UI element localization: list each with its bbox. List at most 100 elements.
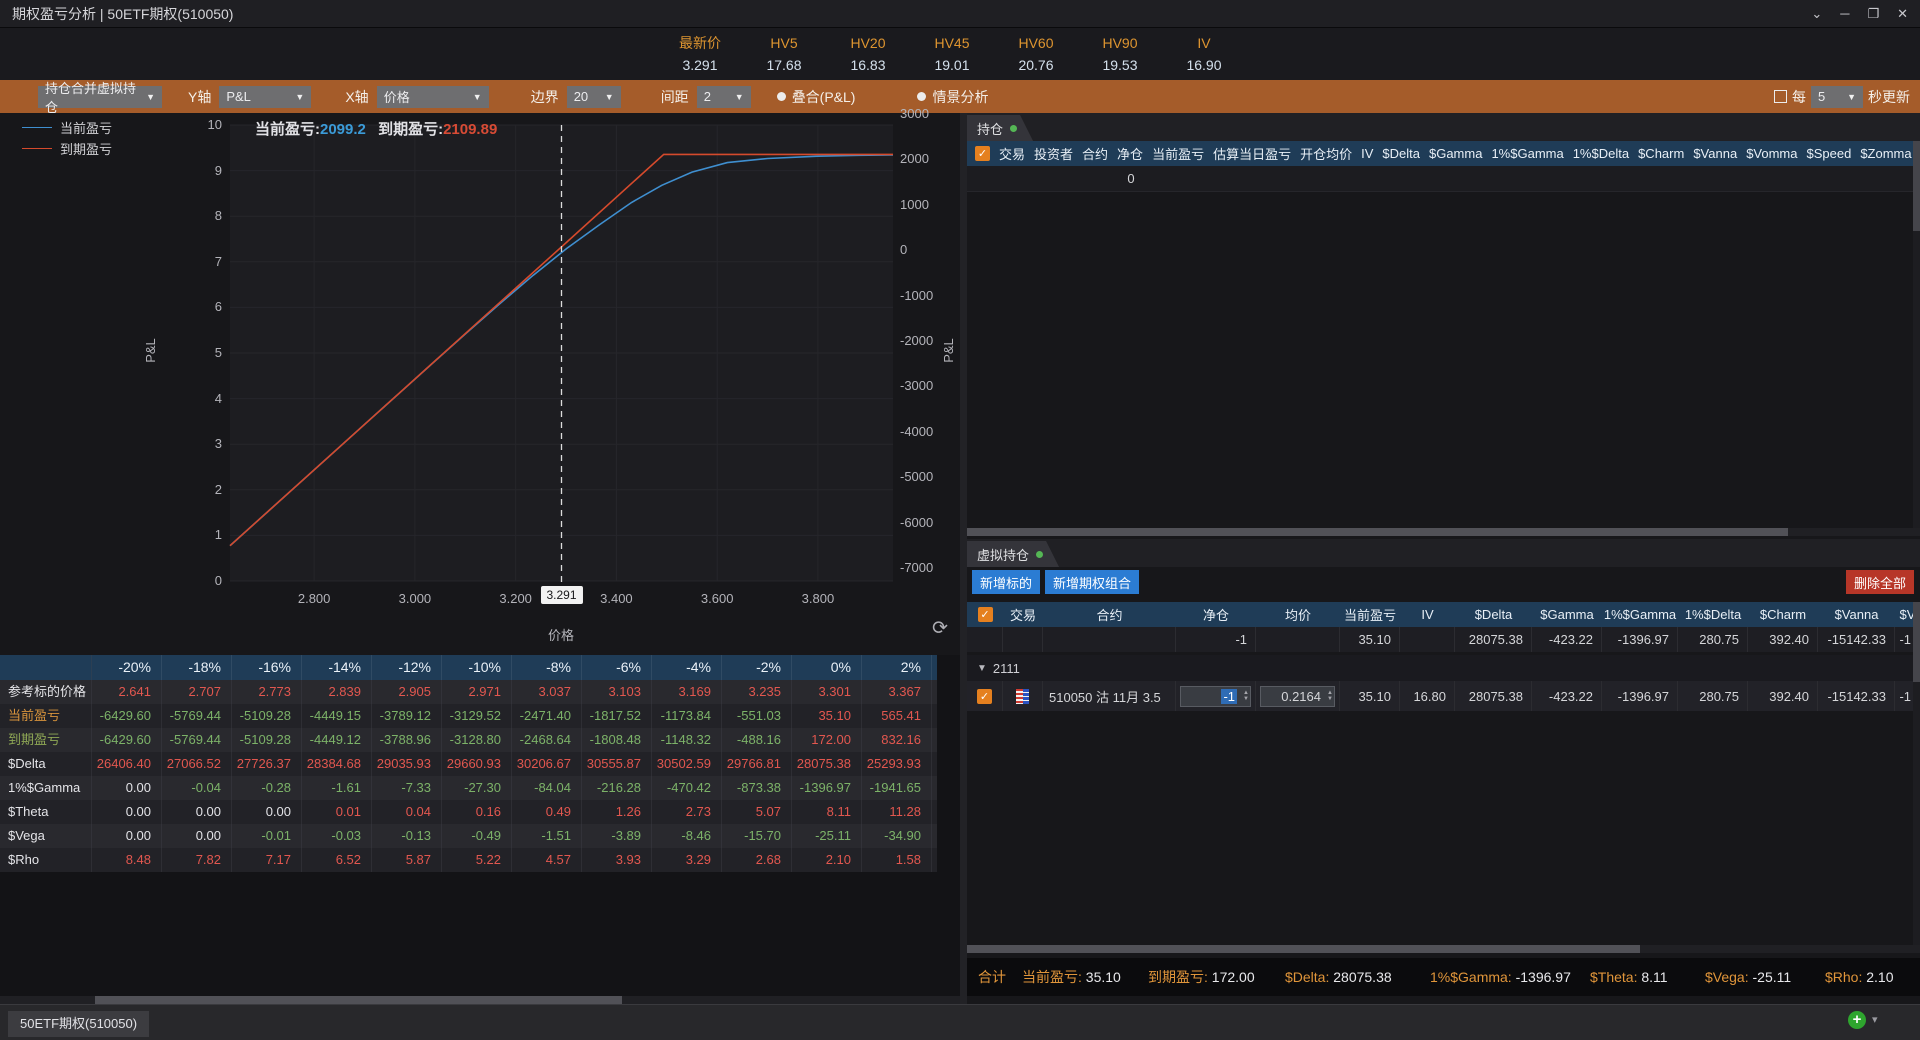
tab-virtual-positions[interactable]: 虚拟持仓 [967, 541, 1059, 567]
table-cell: 0.04 [372, 800, 442, 824]
option-cell: -15142.33 [1818, 681, 1895, 711]
row-label: 参考标的价格 [0, 680, 92, 704]
table-cell: -1817.52 [582, 704, 652, 728]
y-axis-right-tick: -3000 [900, 378, 934, 394]
table-cell: -3128.80 [442, 728, 512, 752]
row-label: $Theta [0, 800, 92, 824]
table-cell: 0.01 [302, 800, 372, 824]
summary-cell: -15142.33 [1818, 627, 1895, 652]
boundary-select[interactable]: 20 ▼ [566, 85, 621, 108]
table-cell: -470.42 [652, 776, 722, 800]
table-cell: -3788.96 [372, 728, 442, 752]
table-cell: -0.49 [442, 824, 512, 848]
scrollbar-thumb[interactable] [967, 528, 1788, 536]
chevron-down-icon[interactable]: ▾ [1872, 1013, 1878, 1026]
table-cell: 2.68 [722, 848, 792, 872]
close-icon[interactable]: ✕ [1897, 6, 1908, 22]
stepper-arrows[interactable]: ▲ ▼ [1327, 687, 1333, 706]
y-axis-value: P&L [226, 89, 251, 104]
flag-icon [1016, 688, 1029, 704]
select-all-checkbox[interactable]: ✓ [975, 146, 990, 161]
horizontal-scrollbar[interactable] [967, 528, 1920, 536]
interval-select[interactable]: 2 ▼ [696, 85, 751, 108]
table-cell: 3.93 [582, 848, 652, 872]
virtual-option-row[interactable]: ✓ 510050 沽 11月 3.5 -1 ▲ ▼ 0.2164 ▲ ▼ 35.10 16.80 2… [967, 681, 1920, 711]
x-axis-tick: 3.000 [398, 591, 432, 606]
x-axis-tick: 3.400 [600, 591, 633, 606]
summary-cell [1003, 627, 1043, 652]
x-axis-tick: 2.800 [297, 591, 331, 606]
column-header: -14% [302, 655, 372, 680]
total-item-label: 当前盈亏: [1022, 969, 1086, 985]
column-header: IV [1421, 607, 1434, 622]
group-row-2111[interactable]: ▼ 2111 [967, 655, 1920, 681]
table-cell: -3129.52 [442, 704, 512, 728]
refresh-seconds-value: 5 [1818, 89, 1826, 104]
chevron-down-icon: ▼ [295, 91, 305, 102]
minimize-icon[interactable]: ─ [1840, 6, 1849, 21]
row-checkbox[interactable]: ✓ [967, 681, 1003, 711]
legend-item: 当前盈亏 [22, 117, 112, 138]
positions-table-row[interactable]: 0 [967, 166, 1920, 192]
stat-value: 17.68 [766, 57, 802, 73]
scrollbar-thumb[interactable] [95, 996, 622, 1004]
readout-current-label: 当前盈亏: [255, 121, 320, 138]
total-item: 到期盈亏: 172.00 [1148, 958, 1255, 996]
vertical-scrollbar[interactable] [1913, 602, 1920, 945]
total-item-label: $Delta: [1285, 969, 1334, 985]
stepper-arrows[interactable]: ▲ ▼ [1243, 687, 1249, 706]
select-all-checkbox[interactable]: ✓ [977, 607, 993, 622]
add-option-combo-button[interactable]: 新增期权组合 [1045, 570, 1140, 594]
column-header: -18% [162, 655, 232, 680]
table-cell: 8.11 [792, 800, 862, 824]
add-underlying-button[interactable]: 新增标的 [972, 570, 1041, 594]
panel-splitter[interactable] [960, 113, 967, 1004]
table-cell: -6429.60 [92, 728, 162, 752]
readout-expiry-value: 2109.89 [443, 121, 498, 138]
total-item-value: 2.10 [1866, 969, 1894, 985]
table-cell: 35.10 [792, 704, 862, 728]
table-cell: 3.29 [652, 848, 722, 872]
y-axis-left-tick: 6 [214, 299, 222, 315]
horizontal-scrollbar[interactable] [0, 996, 960, 1004]
scenario-radio[interactable]: 情景分析 [917, 87, 988, 107]
column-header: -20% [92, 655, 162, 680]
overlay-radio[interactable]: 叠合(P&L) [776, 87, 856, 107]
tab-positions-label: 持仓 [977, 121, 1004, 137]
chevron-down-icon: ▼ [472, 91, 482, 102]
price-stepper[interactable]: 0.2164 ▲ ▼ [1260, 685, 1335, 707]
stat-value: 19.01 [934, 57, 970, 73]
scrollbar-thumb[interactable] [1913, 602, 1920, 682]
scrollbar-thumb[interactable] [967, 945, 1640, 953]
x-axis-select[interactable]: 价格 ▼ [376, 85, 489, 108]
column-header: 合约 [1096, 608, 1123, 623]
positions-table-header: ✓ 交易 投资者 合约 净仓 当前盈亏 估算当日盈亏 开仓均价 IV $Delta $Gamma 1%… [967, 141, 1920, 166]
vertical-scrollbar[interactable] [1913, 141, 1920, 528]
option-cell: 280.75 [1678, 681, 1748, 711]
status-tab[interactable]: 50ETF期权(510050) [8, 1011, 150, 1037]
horizontal-scrollbar[interactable] [967, 945, 1920, 953]
refresh-suffix-label: 秒更新 [1868, 88, 1910, 105]
chevron-down-icon[interactable]: ⌄ [1811, 6, 1822, 22]
auto-refresh-checkbox[interactable] [1774, 90, 1787, 103]
legend-item: 到期盈亏 [22, 138, 112, 159]
summary-cell: 280.75 [1678, 627, 1748, 652]
position-mode-select[interactable]: 持仓合并虚拟持仓 ▼ [38, 81, 162, 115]
positions-tab-strip [967, 113, 1920, 141]
column-header: 均价 [1284, 608, 1311, 623]
interval-label: 间距 [660, 88, 689, 105]
refresh-icon[interactable]: ⟳ [928, 617, 952, 641]
delete-all-button[interactable]: 删除全部 [1845, 570, 1914, 594]
table-cell: 29660.93 [442, 752, 512, 776]
chevron-down-icon: ▼ [977, 662, 987, 674]
y-axis-select[interactable]: P&L ▼ [219, 85, 312, 108]
refresh-seconds-select[interactable]: 5 ▼ [1811, 85, 1863, 108]
table-cell: 0.00 [92, 776, 162, 800]
column-header: 净仓 [1202, 608, 1229, 623]
overlay-radio-label: 叠合(P&L) [791, 88, 856, 105]
maximize-icon[interactable]: ❐ [1867, 6, 1879, 22]
y-axis-left-tick: 4 [214, 390, 222, 406]
scrollbar-thumb[interactable] [1913, 141, 1920, 231]
add-icon[interactable]: + [1848, 1011, 1866, 1029]
net-position-stepper[interactable]: -1 ▲ ▼ [1180, 685, 1251, 707]
